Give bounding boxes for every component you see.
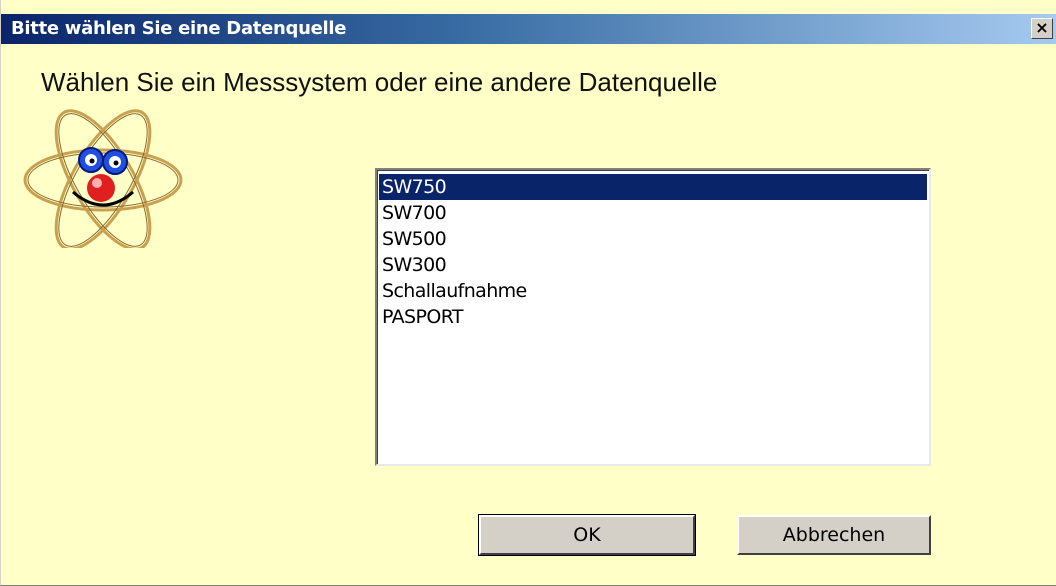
list-item-schallaufnahme[interactable]: Schallaufnahme bbox=[379, 278, 927, 304]
close-icon: × bbox=[1035, 18, 1049, 37]
list-item-sw300[interactable]: SW300 bbox=[379, 252, 927, 278]
list-item-sw750[interactable]: SW750 bbox=[379, 174, 927, 200]
data-source-listbox[interactable]: SW750 SW700 SW500 SW300 Schallaufnahme P… bbox=[375, 168, 931, 466]
list-item-pasport[interactable]: PASPORT bbox=[379, 304, 927, 330]
ok-button[interactable]: OK bbox=[478, 514, 696, 556]
window-title: Bitte wählen Sie eine Datenquelle bbox=[11, 18, 347, 39]
list-item-sw500[interactable]: SW500 bbox=[379, 226, 927, 252]
close-button[interactable]: × bbox=[1031, 18, 1053, 39]
title-bar[interactable]: Bitte wählen Sie eine Datenquelle × bbox=[1, 14, 1056, 44]
list-item-sw700[interactable]: SW700 bbox=[379, 200, 927, 226]
dialog-window: Bitte wählen Sie eine Datenquelle × Wähl… bbox=[0, 0, 1056, 586]
atom-mascot-icon bbox=[23, 109, 183, 248]
dialog-heading: Wählen Sie ein Messsystem oder eine ande… bbox=[41, 67, 718, 97]
cancel-button[interactable]: Abbrechen bbox=[737, 515, 931, 555]
